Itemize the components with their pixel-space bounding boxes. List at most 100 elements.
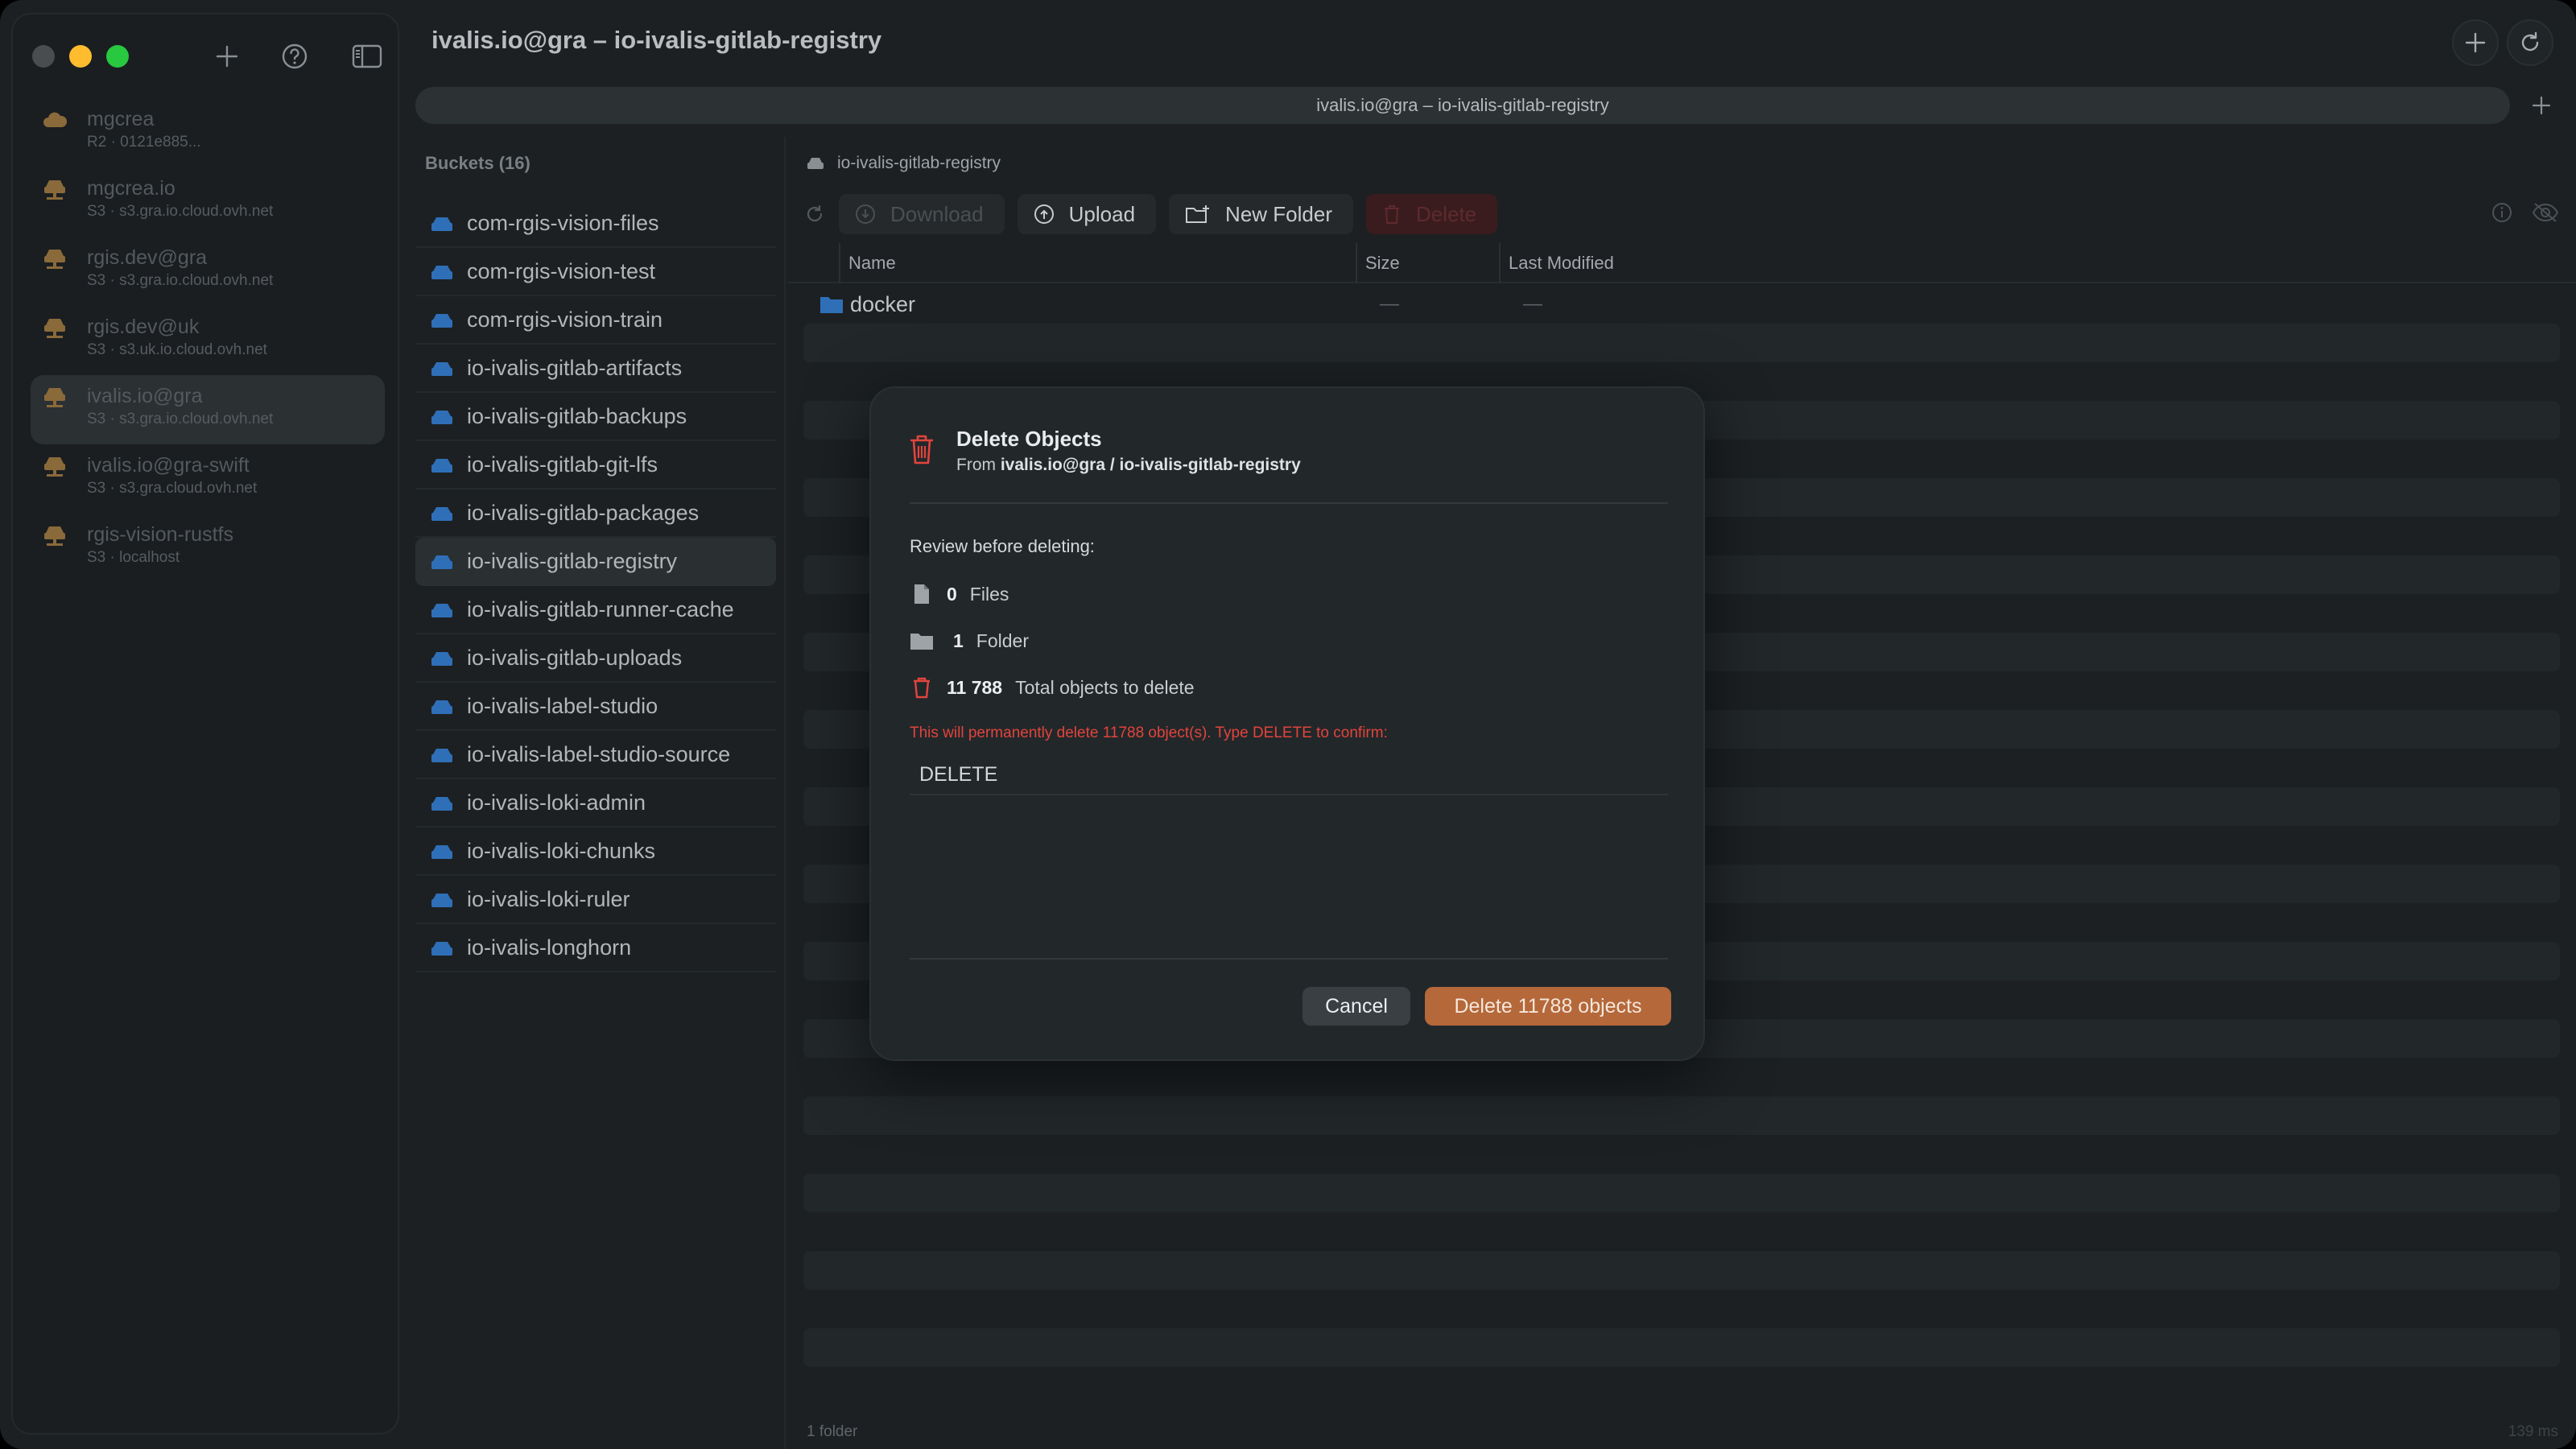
bucket-list: com-rgis-vision-files com-rgis-vision-tes… (415, 200, 776, 972)
row-name: docker (850, 292, 916, 316)
window-zoom-button[interactable] (106, 45, 129, 68)
empty-row (803, 1290, 2560, 1328)
dialog-from-value: ivalis.io@gra / io-ivalis-gitlab-registr… (1000, 456, 1301, 474)
connection-item[interactable]: rgis.dev@uk S3 · s3.uk.io.cloud.ovh.net (31, 306, 385, 375)
upload-icon (1034, 204, 1054, 224)
connection-name: mgcrea (87, 108, 155, 130)
bucket-item[interactable]: io-ivalis-label-studio-source (415, 731, 776, 779)
status-count: 1 folder (807, 1423, 858, 1440)
bucket-icon (431, 652, 452, 666)
bucket-name: com-rgis-vision-files (467, 211, 659, 235)
bucket-name: io-ivalis-gitlab-packages (467, 501, 700, 525)
delete-label: Delete (1415, 201, 1477, 226)
column-size[interactable]: Size (1356, 243, 1400, 283)
bucket-icon (431, 507, 452, 521)
bucket-item[interactable]: io-ivalis-loki-ruler (415, 876, 776, 924)
folder-icon (820, 297, 843, 313)
delete-button[interactable]: Delete (1365, 194, 1498, 234)
bucket-item[interactable]: io-ivalis-longhorn (415, 924, 776, 972)
plus-icon (2465, 32, 2486, 53)
bucket-item[interactable]: io-ivalis-loki-admin (415, 779, 776, 828)
tab-active[interactable]: ivalis.io@gra – io-ivalis-gitlab-registr… (415, 87, 2510, 124)
bucket-item[interactable]: io-ivalis-gitlab-artifacts (415, 345, 776, 393)
bucket-icon (431, 555, 452, 569)
app-window: mgcrea R2 · 0121e885... mgcrea.io S3 · s3.g… (0, 0, 2576, 1449)
folders-stat: 1 Folder (910, 625, 1029, 657)
connection-name: rgis-vision-rustfs (87, 523, 233, 546)
breadcrumb-bucket[interactable]: io-ivalis-gitlab-registry (837, 154, 1001, 173)
confirm-delete-button[interactable]: Delete 11788 objects (1425, 987, 1671, 1026)
bucket-item[interactable]: io-ivalis-gitlab-uploads (415, 634, 776, 683)
row-modified: — (1523, 293, 1542, 315)
bucket-icon (431, 942, 452, 956)
connection-item[interactable]: mgcrea.io S3 · s3.gra.io.cloud.ovh.net (31, 167, 385, 237)
connection-endpoint: R2 · 0121e885... (87, 134, 201, 151)
download-button[interactable]: Download (839, 194, 1005, 234)
connection-item[interactable]: rgis.dev@gra S3 · s3.gra.io.cloud.ovh.net (31, 237, 385, 306)
bucket-icon (431, 266, 452, 279)
question-circle-icon (282, 43, 308, 69)
bucket-icon (431, 459, 452, 473)
row-size: — (1380, 293, 1399, 315)
bucket-icon (431, 749, 452, 762)
empty-row (803, 1058, 2560, 1096)
bucket-name: io-ivalis-gitlab-git-lfs (467, 452, 658, 477)
connection-endpoint: S3 · s3.gra.cloud.ovh.net (87, 480, 258, 497)
server-icon (44, 180, 65, 200)
toggle-sidebar-button[interactable] (348, 37, 386, 76)
info-icon[interactable] (2491, 201, 2513, 224)
bucket-name: io-ivalis-longhorn (467, 935, 632, 960)
dialog-subtitle: From ivalis.io@gra / io-ivalis-gitlab-re… (956, 456, 1301, 475)
column-name[interactable]: Name (839, 243, 896, 283)
bucket-item[interactable]: io-ivalis-gitlab-git-lfs (415, 441, 776, 489)
bucket-icon (431, 314, 452, 328)
confirm-warning: This will permanently delete 11788 objec… (910, 724, 1388, 741)
window-close-button[interactable] (32, 45, 55, 68)
empty-row (803, 324, 2560, 362)
new-folder-button[interactable]: New Folder (1169, 194, 1353, 234)
bucket-item[interactable]: io-ivalis-loki-chunks (415, 828, 776, 876)
connection-item[interactable]: ivalis.io@gra S3 · s3.gra.io.cloud.ovh.ne… (31, 375, 385, 444)
connection-endpoint: S3 · localhost (87, 549, 180, 566)
refresh-button[interactable] (2507, 19, 2553, 66)
window-minimize-button[interactable] (69, 45, 92, 68)
empty-row (803, 1367, 2560, 1406)
bucket-item[interactable]: com-rgis-vision-files (415, 200, 776, 248)
bucket-name: io-ivalis-gitlab-backups (467, 404, 687, 428)
trash-icon (1384, 205, 1399, 224)
bucket-name: io-ivalis-label-studio (467, 694, 658, 718)
reload-button[interactable] (803, 203, 826, 225)
connection-name: ivalis.io@gra-swift (87, 454, 250, 477)
eye-slash-icon[interactable] (2531, 201, 2560, 224)
bucket-item[interactable]: com-rgis-vision-train (415, 296, 776, 345)
connection-item[interactable]: ivalis.io@gra-swift S3 · s3.gra.cloud.ovh… (31, 444, 385, 514)
add-connection-button[interactable] (208, 37, 246, 76)
column-last-modified[interactable]: Last Modified (1499, 243, 1614, 283)
connection-item[interactable]: rgis-vision-rustfs S3 · localhost (31, 514, 385, 583)
bucket-item[interactable]: io-ivalis-gitlab-runner-cache (415, 586, 776, 634)
confirm-input[interactable] (910, 755, 1668, 795)
review-heading: Review before deleting: (910, 536, 1095, 556)
add-tab-button[interactable] (2523, 87, 2560, 124)
bucket-icon (431, 894, 452, 907)
bucket-item[interactable]: com-rgis-vision-test (415, 248, 776, 296)
table-row[interactable]: docker — — (803, 285, 2560, 324)
upload-button[interactable]: Upload (1017, 194, 1157, 234)
bucket-item[interactable]: io-ivalis-gitlab-backups (415, 393, 776, 441)
cancel-button[interactable]: Cancel (1302, 987, 1410, 1026)
bucket-name: io-ivalis-gitlab-runner-cache (467, 597, 734, 621)
bucket-item[interactable]: io-ivalis-gitlab-packages (415, 489, 776, 538)
empty-row (803, 1212, 2560, 1251)
connection-item[interactable]: mgcrea R2 · 0121e885... (31, 98, 385, 167)
new-tab-button[interactable] (2452, 19, 2499, 66)
bucket-item[interactable]: io-ivalis-gitlab-registry (415, 538, 776, 586)
plus-icon (216, 45, 238, 68)
connection-endpoint: S3 · s3.uk.io.cloud.ovh.net (87, 341, 267, 358)
bucket-icon (431, 845, 452, 859)
help-button[interactable] (275, 37, 314, 76)
files-count: 0 (947, 583, 957, 605)
bucket-icon (807, 158, 824, 169)
dialog-from-label: From (956, 456, 996, 474)
connection-name: mgcrea.io (87, 177, 175, 200)
bucket-item[interactable]: io-ivalis-label-studio (415, 683, 776, 731)
